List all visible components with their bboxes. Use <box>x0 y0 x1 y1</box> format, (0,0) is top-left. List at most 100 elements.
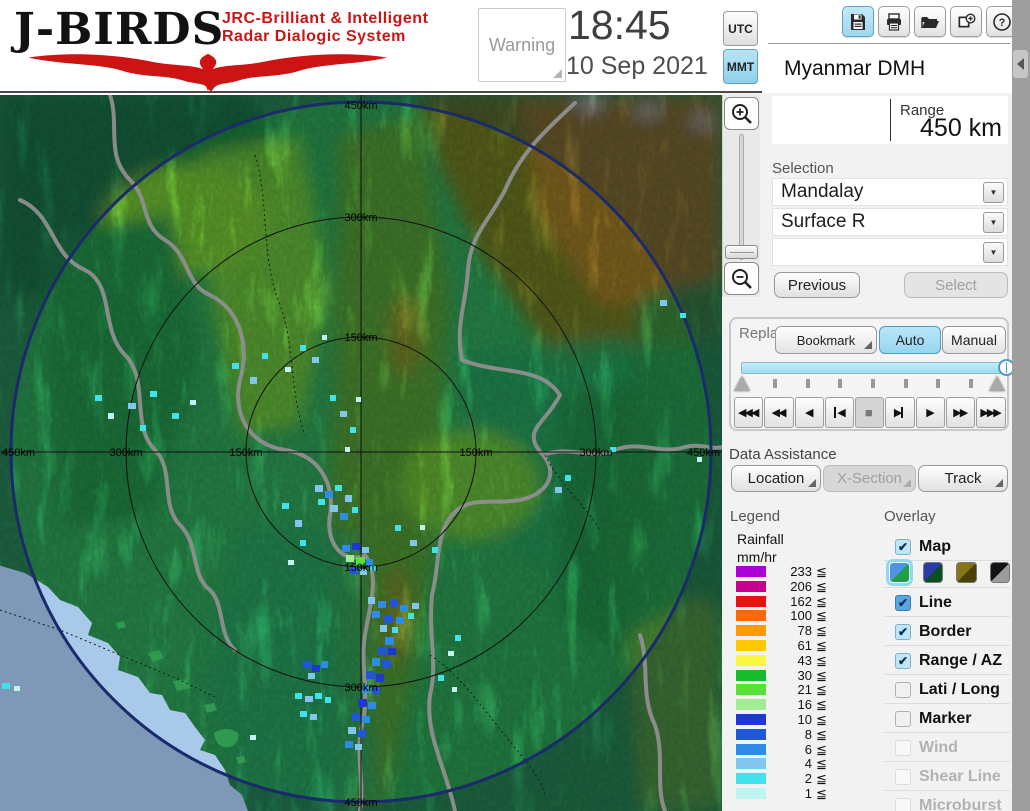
location-button[interactable]: Location <box>731 465 821 492</box>
step-back-button[interactable]: ◀ <box>794 397 824 428</box>
select-button[interactable]: Select <box>904 272 1008 298</box>
zoom-out-button[interactable] <box>724 262 759 295</box>
jump-back-fast-button[interactable]: ◀◀◀ <box>734 397 764 428</box>
overlay-item-line[interactable]: ✔ Line <box>884 589 1010 617</box>
zoom-in-button[interactable] <box>724 97 759 130</box>
selection-dropdown-1[interactable]: Mandalay ▼ <box>772 178 1008 206</box>
screen-capture-button[interactable] <box>950 6 982 37</box>
overlay-item-marker[interactable]: Marker <box>884 705 1010 733</box>
legend-lte-symbol: ≦ <box>816 608 827 624</box>
legend-lte-symbol: ≦ <box>816 786 827 801</box>
checkbox[interactable] <box>895 710 911 727</box>
overlay-item-lati-long[interactable]: Lati / Long <box>884 676 1010 704</box>
track-button[interactable]: Track <box>918 465 1008 492</box>
overlay-item-range-az[interactable]: ✔ Range / AZ <box>884 647 1010 675</box>
legend-value: 10 <box>797 712 812 727</box>
x-section-button[interactable]: X-Section <box>823 465 916 492</box>
skip-to-start-button[interactable]: ◀ <box>824 397 855 428</box>
rain-cell <box>2 683 10 689</box>
rain-cell <box>378 647 387 655</box>
mmt-button[interactable]: MMT <box>723 49 758 84</box>
jump-forward-fast-button[interactable]: ▶▶▶ <box>976 397 1006 428</box>
utc-button[interactable]: UTC <box>723 11 758 46</box>
rain-cell <box>250 735 256 740</box>
overlay-item-map[interactable]: ✔ Map <box>884 533 1010 561</box>
rain-cell <box>352 507 358 513</box>
panel-splitter[interactable] <box>1012 0 1030 811</box>
ring-label: 450km <box>344 797 377 809</box>
replay-range-end-marker[interactable] <box>989 376 1005 391</box>
play-button[interactable]: ▶ <box>915 397 946 428</box>
legend-row: 16 ≦ <box>736 697 866 712</box>
map-style-color-swatch[interactable] <box>886 559 913 586</box>
auto-button[interactable]: Auto <box>879 326 941 354</box>
print-button[interactable] <box>878 6 910 37</box>
rain-cell <box>372 611 380 618</box>
map-style-gray-swatch[interactable] <box>989 562 1010 583</box>
map-style-olive-swatch[interactable] <box>956 562 977 583</box>
forward-button[interactable]: ▶▶ <box>946 397 976 428</box>
overlay-label: Overlay <box>884 508 936 525</box>
chevron-down-icon[interactable]: ▼ <box>983 182 1004 203</box>
selection-dropdown-3[interactable]: ▼ <box>772 238 1008 266</box>
checkbox[interactable]: ✔ <box>895 623 911 640</box>
rain-cell <box>172 413 179 419</box>
warning-button[interactable]: Warning <box>478 8 566 82</box>
toolbar: ? <box>842 6 1018 37</box>
checkbox[interactable]: ✔ <box>895 652 911 669</box>
selection-dropdowns: Mandalay ▼ Surface R ▼ ▼ <box>772 178 1008 268</box>
legend-label: Legend <box>730 508 781 525</box>
zoom-slider-track[interactable] <box>739 134 744 260</box>
manual-button[interactable]: Manual <box>942 326 1006 354</box>
legend-row: 6 ≦ <box>736 742 866 757</box>
open-folder-button[interactable] <box>914 6 946 37</box>
overlay-item-wind[interactable]: Wind <box>884 734 1010 762</box>
station-name: Myanmar DMH <box>772 47 1010 91</box>
rain-cell <box>312 665 320 672</box>
legend-row: 78 ≦ <box>736 623 866 638</box>
overlay-item-border[interactable]: ✔ Border <box>884 618 1010 646</box>
overlay-item-label: Lati / Long <box>919 680 1000 698</box>
overlay-item-shear-line[interactable]: Shear Line <box>884 763 1010 791</box>
map-style-dark-swatch[interactable] <box>922 562 943 583</box>
ring-label: 150km <box>344 332 377 344</box>
skip-to-end-button[interactable]: ▶ <box>885 397 915 428</box>
radar-map-canvas: 450km 300km 150km 150km 300km 450km 450k… <box>0 95 722 811</box>
replay-slider-track[interactable] <box>741 359 1015 376</box>
legend-value: 206 <box>790 578 812 594</box>
print-icon <box>887 12 901 31</box>
legend-color-swatch <box>736 773 766 785</box>
checkbox[interactable] <box>895 681 911 698</box>
rain-cell <box>303 661 311 668</box>
replay-tick <box>838 379 843 388</box>
save-button[interactable] <box>842 6 874 37</box>
legend-row: 1 ≦ <box>736 786 866 801</box>
legend-value: 43 <box>797 652 812 668</box>
rain-cell <box>388 648 396 655</box>
legend-value: 21 <box>797 682 812 698</box>
previous-button[interactable]: Previous <box>774 272 860 298</box>
legend-color-swatch <box>736 788 766 799</box>
stop-button[interactable]: ■ <box>855 397 885 428</box>
panel-collapse-handle[interactable] <box>1013 50 1028 78</box>
checkbox[interactable]: ✔ <box>895 594 911 611</box>
logo-subtitle-line2: Radar Dialogic System <box>222 28 406 45</box>
rain-cell <box>408 613 414 619</box>
replay-range-start-marker[interactable] <box>734 376 750 391</box>
ring-label: 300km <box>344 682 377 694</box>
chevron-down-icon[interactable]: ▼ <box>983 242 1004 263</box>
bookmark-button[interactable]: Bookmark <box>775 326 877 354</box>
rain-cell <box>455 635 461 641</box>
zoom-out-icon <box>731 268 752 289</box>
legend-unit-mmhr: mm/hr <box>737 549 777 565</box>
overlay-item-microburst[interactable]: Microburst <box>884 792 1010 811</box>
chevron-down-icon[interactable]: ▼ <box>983 212 1004 233</box>
zoom-slider-handle[interactable] <box>725 245 758 259</box>
checkbox[interactable]: ✔ <box>895 538 911 555</box>
rewind-button[interactable]: ◀◀ <box>764 397 794 428</box>
radar-map[interactable]: 450km 300km 150km 150km 300km 450km 450k… <box>0 95 722 811</box>
legend-value: 4 <box>804 756 812 772</box>
selection-dropdown-2[interactable]: Surface R ▼ <box>772 208 1008 236</box>
overlay-item-label: Map <box>919 537 951 555</box>
rain-cell <box>352 713 360 721</box>
